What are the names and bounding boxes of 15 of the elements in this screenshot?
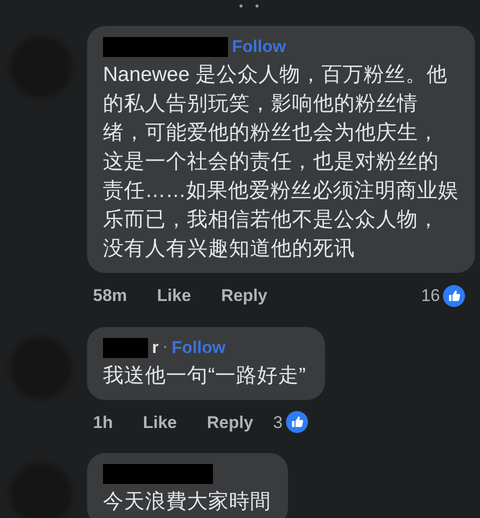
thumbs-up-icon [443, 284, 465, 307]
timestamp: 58m [93, 285, 128, 307]
comment-text: Nanewee 是公众人物，百万粉丝。他的私人告别玩笑，影响他的粉丝情绪，可能爱他的粉丝也会为他庆生，这是一个社会的责任，也是对粉丝的责任……如果他爱粉丝必须注明商业娱乐而已，我相信若他不是公众人物，没有人有兴趣知道他的死讯 [103, 62, 459, 262]
reaction-count: 16 [421, 285, 440, 307]
separator-dot: · [162, 337, 168, 358]
comment-text: 我送他一句“一路好走” [103, 362, 307, 388]
timestamp: 1h [93, 412, 113, 434]
like-link[interactable]: Like [142, 410, 177, 435]
comment-text: 今天浪費大家時間 [103, 489, 272, 515]
reaction-count: 3 [273, 412, 283, 434]
thumbs-up-icon [286, 411, 308, 434]
author-name[interactable]: r [152, 334, 159, 360]
like-link[interactable]: Like [157, 283, 192, 308]
reply-link[interactable]: Reply [206, 410, 254, 435]
reply-link[interactable]: Reply [221, 283, 268, 308]
